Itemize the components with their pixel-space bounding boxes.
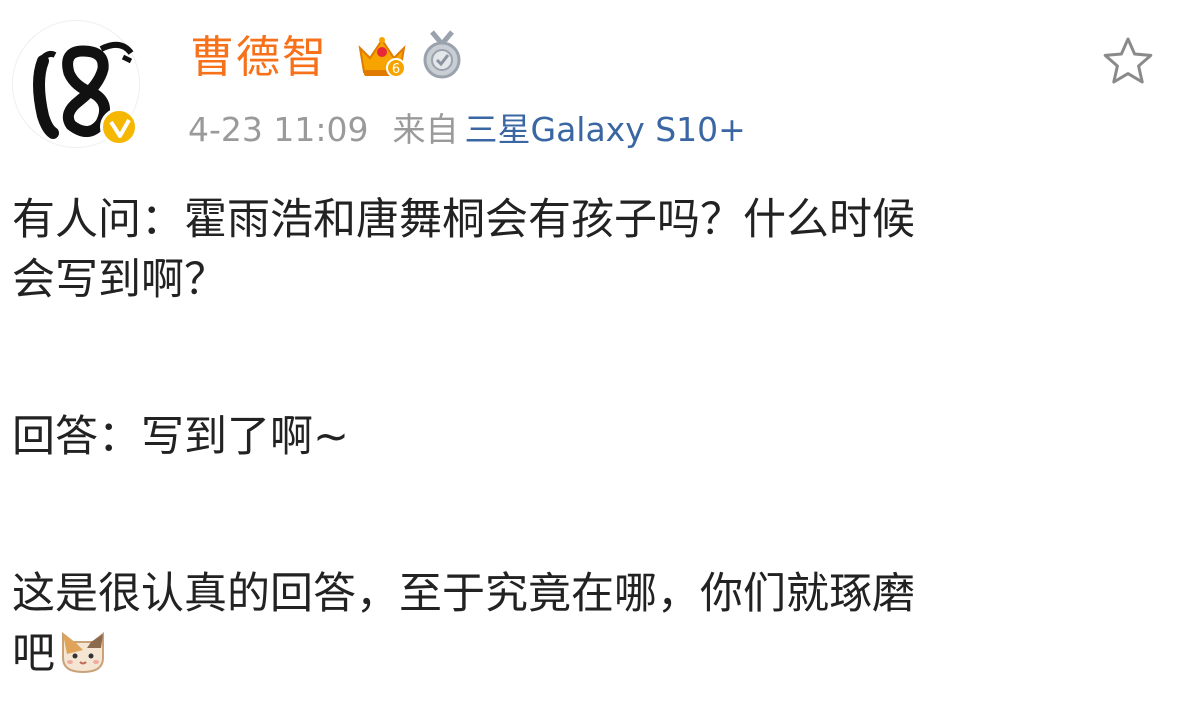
source-link[interactable]: 三星Galaxy S10+ — [465, 110, 746, 149]
post-line-last: 吧 — [12, 624, 1182, 684]
verified-badge-icon — [100, 108, 138, 146]
post-meta: 4-23 11:09 来自 三星Galaxy S10+ — [188, 105, 746, 155]
post-line-text: 吧 — [12, 629, 55, 679]
favorite-star-icon[interactable] — [1100, 34, 1156, 90]
cat-face-emoji-icon — [62, 631, 104, 674]
silver-medal-icon — [423, 30, 461, 79]
post-line: 回答：写到了啊~ — [12, 412, 350, 462]
post-timestamp: 4-23 11:09 — [188, 110, 369, 149]
post-body: 有人问：霍雨浩和唐舞桐会有孩子吗？什么时候 会写到啊？ 回答：写到了啊~ 这是很… — [12, 190, 1182, 684]
post-line: 这是很认真的回答，至于究竟在哪，你们就琢磨 — [12, 569, 915, 619]
username[interactable]: 曹德智 — [190, 28, 328, 88]
post-line: 有人问：霍雨浩和唐舞桐会有孩子吗？什么时候 — [12, 195, 915, 245]
post-line: 会写到啊？ — [12, 255, 227, 305]
vip-crown-icon: 6 — [358, 37, 406, 78]
vip-level: 6 — [392, 62, 400, 77]
source-prefix: 来自 — [392, 110, 459, 149]
